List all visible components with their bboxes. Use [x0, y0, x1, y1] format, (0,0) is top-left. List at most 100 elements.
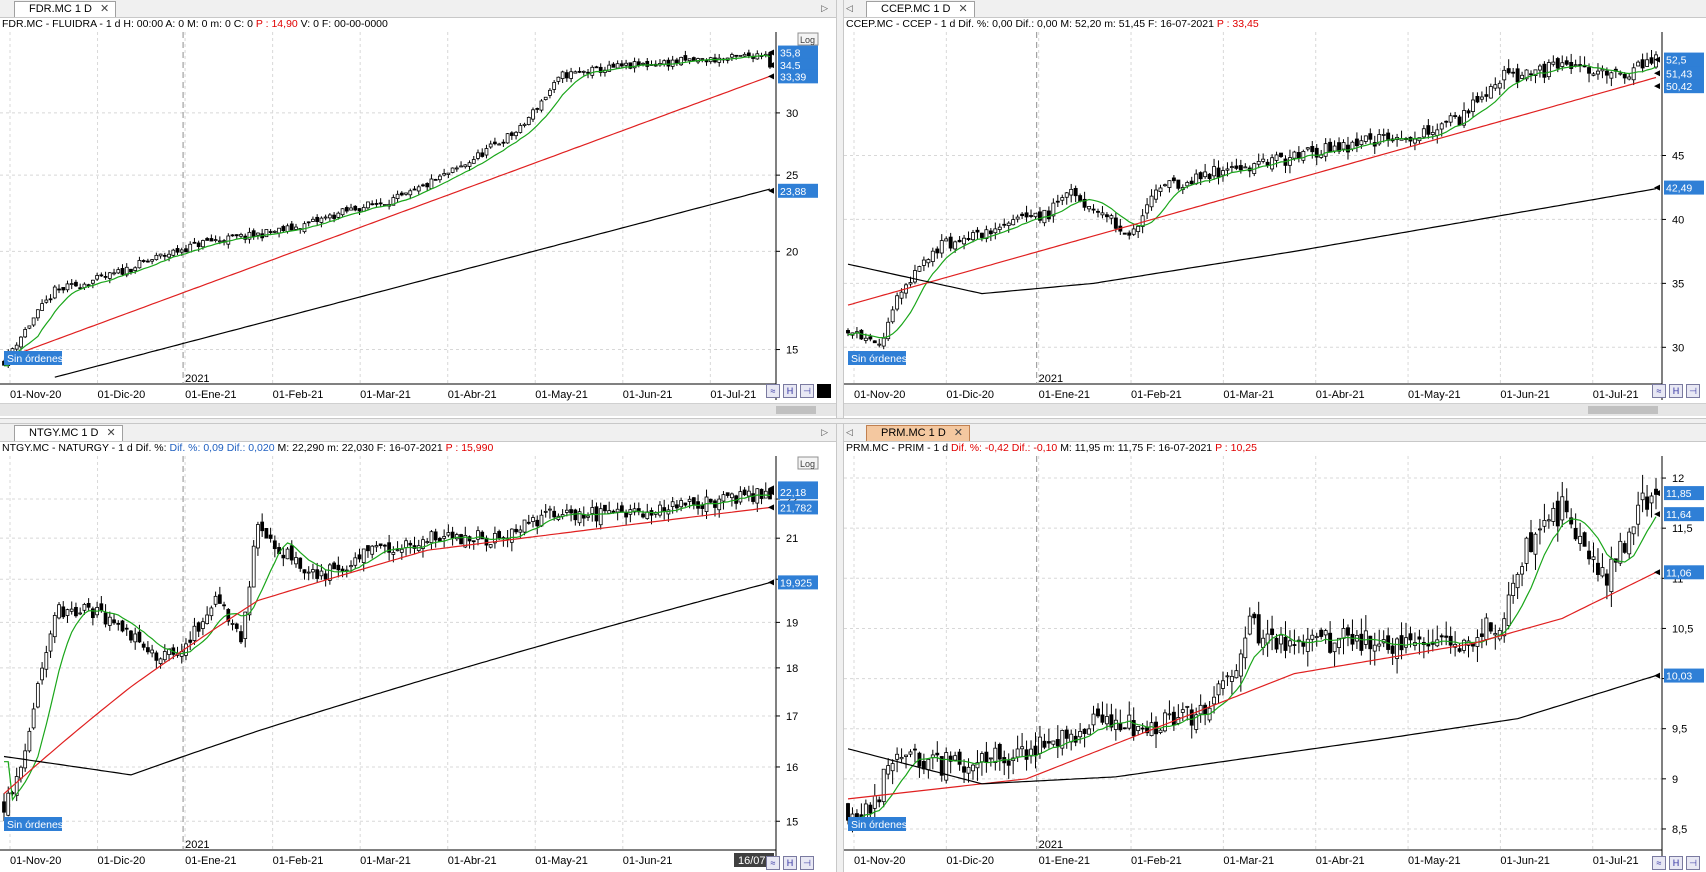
tab-fdr[interactable]: FDR.MC 1 D ✕ — [14, 1, 117, 17]
black-square-icon[interactable] — [817, 384, 831, 398]
candle-body — [1439, 123, 1444, 130]
candle-body — [239, 234, 243, 237]
candle-body — [1618, 540, 1623, 564]
candle-body — [480, 152, 485, 157]
candle-body — [505, 133, 510, 144]
candle-body — [886, 765, 891, 775]
wave-icon[interactable]: ≈ — [1652, 856, 1666, 870]
candle-body — [863, 337, 868, 341]
save-icon[interactable]: H — [1669, 384, 1683, 398]
candle-body — [921, 259, 926, 266]
tab-prm[interactable]: PRM.MC 1 D ✕ — [866, 425, 970, 441]
candle-body — [14, 344, 19, 350]
candle-body — [141, 643, 146, 648]
candle-body — [52, 615, 57, 638]
candle-body — [1087, 728, 1092, 735]
horizontal-splitter[interactable] — [0, 418, 1706, 424]
candle-body — [939, 240, 944, 254]
close-icon[interactable]: ✕ — [958, 3, 967, 15]
save-icon[interactable]: H — [783, 384, 797, 398]
vertical-splitter[interactable] — [836, 0, 844, 872]
pin-icon[interactable]: ⊣ — [1686, 856, 1700, 870]
candle-body — [1604, 573, 1609, 586]
candle-body — [1640, 492, 1645, 501]
candle-body — [1600, 68, 1605, 72]
horizontal-scrollbar[interactable] — [844, 403, 1706, 416]
candle-body — [569, 509, 573, 514]
candle-body — [1457, 648, 1462, 652]
save-icon[interactable]: H — [1669, 856, 1683, 870]
no-orders-label: Sin órdenes — [4, 817, 63, 831]
y-tick-label: 19 — [786, 617, 798, 629]
candle-body — [1301, 151, 1306, 161]
pin-icon[interactable]: ⊣ — [800, 856, 814, 870]
candle-body — [40, 303, 44, 311]
candle-body — [926, 259, 931, 264]
wave-icon[interactable]: ≈ — [766, 856, 780, 870]
candle-body — [442, 536, 447, 539]
candle-body — [1408, 633, 1413, 641]
candle-body — [1292, 644, 1297, 646]
log-scale-toggle[interactable]: Log — [797, 456, 819, 470]
wave-icon[interactable]: ≈ — [1652, 384, 1666, 398]
save-icon[interactable]: H — [783, 856, 797, 870]
scrollbar-thumb[interactable] — [1588, 406, 1658, 414]
wave-icon[interactable]: ≈ — [766, 384, 780, 398]
tab-label: CCEP.MC 1 D — [881, 3, 951, 15]
scroll-right-arrow-icon[interactable]: ▷ — [821, 1, 828, 16]
scrollbar-thumb[interactable] — [776, 406, 816, 414]
candle-body — [82, 604, 87, 611]
candle-body — [979, 232, 984, 238]
horizontal-scrollbar[interactable] — [0, 403, 836, 416]
candle-body — [548, 508, 552, 511]
y-tick-label: 10,5 — [1672, 623, 1693, 635]
candle-body — [1243, 166, 1248, 169]
tab-ccep[interactable]: CCEP.MC 1 D ✕ — [866, 1, 975, 17]
candle-body — [399, 192, 404, 196]
info-open: A: 0 — [165, 18, 185, 30]
scroll-right-arrow-icon[interactable]: ▷ — [821, 425, 828, 440]
candle-body — [158, 658, 163, 665]
candlestick-chart[interactable]: 151617181920212201-Nov-2001-Dic-2001-Ene… — [0, 456, 836, 872]
candle-body — [1421, 128, 1426, 138]
candle-body — [484, 148, 489, 156]
scroll-left-arrow-icon[interactable]: ◁ — [846, 425, 853, 440]
chart-pane-ccep: ◁ CCEP.MC 1 D ✕ CCEP.MC - CCEP - 1 d Dif.… — [844, 0, 1706, 418]
candle-body — [99, 274, 104, 277]
pin-icon[interactable]: ⊣ — [800, 384, 814, 398]
candle-body — [357, 554, 362, 560]
candle-body — [1346, 627, 1350, 636]
candle-body — [1185, 182, 1190, 187]
candle-body — [1015, 216, 1020, 220]
candle-body — [1238, 653, 1243, 677]
candle-body — [251, 545, 256, 588]
candle-body — [971, 232, 975, 241]
candlestick-chart[interactable]: 30 35 40 45 01-Nov-20 01-Dic-20 01-Ene-21 01-Fe… — [844, 32, 1706, 401]
candle-body — [493, 141, 497, 145]
candle-body — [133, 267, 138, 271]
candle-body — [256, 524, 260, 549]
candlestick-chart[interactable]: 15 20 25 30 01-Nov-20 01-Dic-20 01-Ene-21 01-Fe… — [0, 32, 836, 401]
close-icon[interactable]: ✕ — [954, 427, 963, 439]
candle-body — [1301, 642, 1306, 647]
candle-body — [1305, 147, 1310, 150]
candle-body — [408, 542, 413, 546]
scroll-left-arrow-icon[interactable]: ◁ — [846, 1, 853, 16]
candle-body — [205, 238, 210, 241]
candle-body — [1435, 129, 1440, 136]
log-scale-toggle[interactable]: Log — [797, 32, 819, 46]
tab-ntgy[interactable]: NTGY.MC 1 D ✕ — [14, 425, 123, 441]
candle-body — [234, 623, 239, 629]
candle-body — [1390, 645, 1395, 654]
candle-body — [1100, 212, 1105, 216]
candle-body — [1600, 567, 1605, 577]
x-tick-label: 01-Ene-21 — [1039, 855, 1090, 867]
close-icon[interactable]: ✕ — [106, 427, 115, 439]
close-icon[interactable]: ✕ — [100, 3, 109, 15]
candlestick-chart[interactable]: 8,599,51010,51111,51201-Nov-2001-Dic-200… — [844, 456, 1706, 872]
candle-body — [535, 108, 540, 110]
x-tick-label: 01-May-21 — [1408, 389, 1461, 401]
y-tick-label: 45 — [1672, 150, 1684, 162]
pin-icon[interactable]: ⊣ — [1686, 384, 1700, 398]
candle-body — [429, 531, 434, 544]
